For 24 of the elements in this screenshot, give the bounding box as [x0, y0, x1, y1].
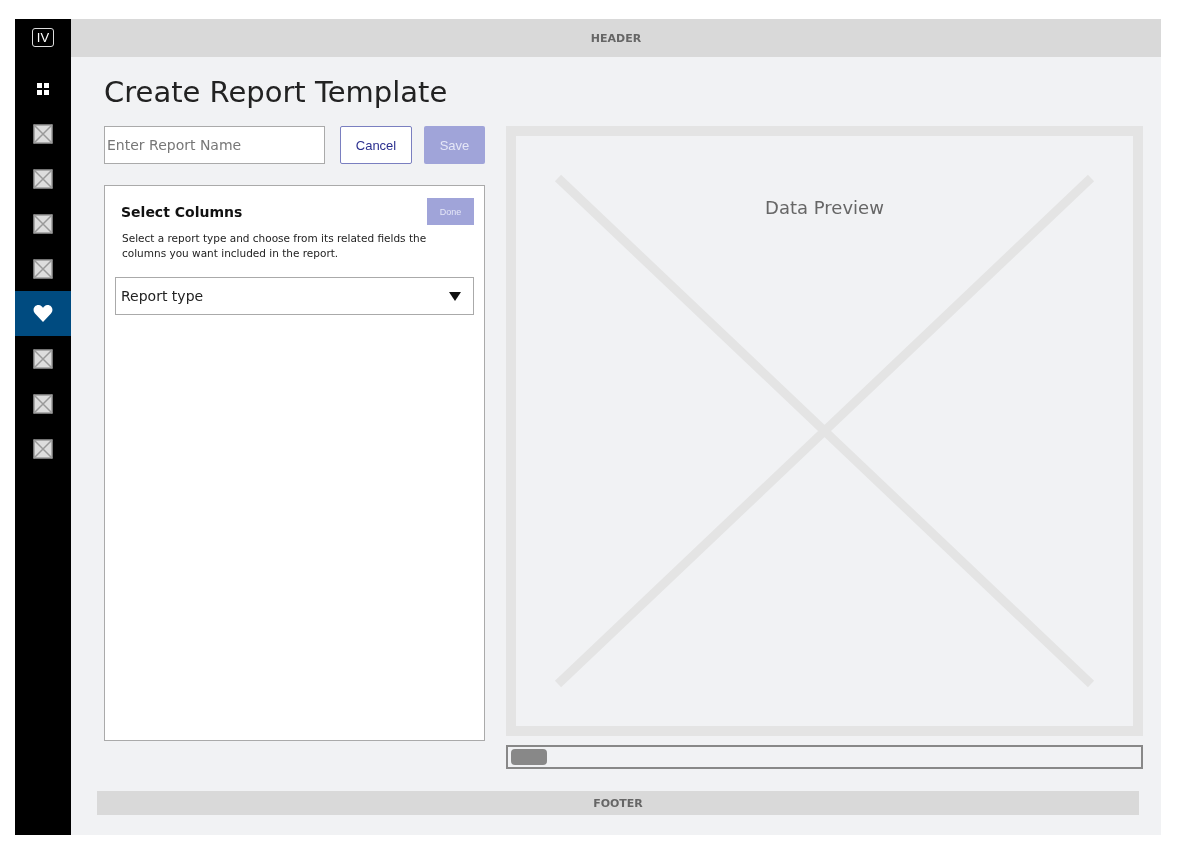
dropdown-label: Report type: [121, 288, 204, 304]
footer-bar: FOOTER: [97, 791, 1139, 815]
header-bar: HEADER: [71, 19, 1161, 57]
scrollbar[interactable]: [506, 745, 1143, 769]
placeholder-icon: [33, 123, 53, 144]
grid-icon: [37, 82, 49, 95]
placeholder-icon: [33, 438, 53, 459]
heart-icon: [33, 304, 53, 323]
preview-label: Data Preview: [765, 197, 884, 220]
placeholder-icon: [33, 168, 53, 189]
caret-icon: [449, 291, 461, 301]
logo: IV: [31, 28, 55, 47]
report-name-field[interactable]: Enter Report Name: [104, 126, 325, 164]
placeholder-icon: [33, 393, 53, 414]
placeholder-icon: [33, 258, 53, 279]
scroll-thumb[interactable]: [511, 749, 547, 765]
cancel-button[interactable]: Cancel: [340, 126, 412, 164]
placeholder-icon: [33, 348, 53, 369]
page-title: Create Report Template: [104, 75, 449, 109]
panel-title: Select Columns: [121, 203, 243, 220]
report-type-dropdown[interactable]: Report type: [115, 277, 474, 315]
panel-description: Select a report type and choose from its related fields the columns you want included in the report.: [122, 231, 428, 261]
placeholder-icon: [33, 213, 53, 234]
sidebar-item[interactable]: [15, 291, 71, 336]
